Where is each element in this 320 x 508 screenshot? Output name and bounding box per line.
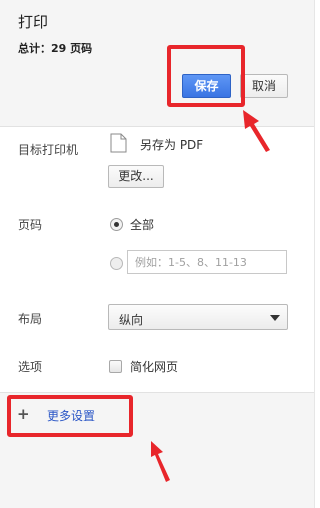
- pages-all-radio[interactable]: [110, 218, 123, 231]
- cancel-button[interactable]: 取消: [240, 74, 288, 98]
- file-icon: [110, 133, 127, 153]
- pages-custom-radio[interactable]: [110, 257, 123, 270]
- layout-select[interactable]: 纵向: [108, 304, 288, 330]
- simplify-page-checkbox[interactable]: [109, 360, 122, 373]
- layout-label: 布局: [18, 312, 43, 326]
- destination-name: 另存为 PDF: [140, 138, 204, 152]
- total-value: 29 页码: [51, 42, 93, 55]
- destination-label: 目标打印机: [18, 143, 79, 157]
- annotation-arrow-more: [151, 441, 170, 482]
- change-destination-button[interactable]: 更改...: [108, 165, 164, 188]
- simplify-page-label: 简化网页: [130, 360, 179, 374]
- panel-edge: [314, 0, 315, 508]
- page-title: 打印: [18, 13, 49, 31]
- pages-all-label: 全部: [130, 218, 155, 232]
- annotation-arrow-save: [243, 110, 270, 152]
- pages-label: 页码: [18, 218, 43, 232]
- layout-select-value: 纵向: [119, 313, 144, 327]
- pages-custom-input[interactable]: [127, 250, 287, 274]
- annotation-box-more: [7, 395, 133, 437]
- page-total: 总计：29 页码: [18, 40, 92, 56]
- options-label: 选项: [18, 360, 43, 374]
- annotation-box-save: [167, 45, 245, 107]
- total-label: 总计：: [18, 42, 51, 55]
- chevron-down-icon: [270, 315, 280, 321]
